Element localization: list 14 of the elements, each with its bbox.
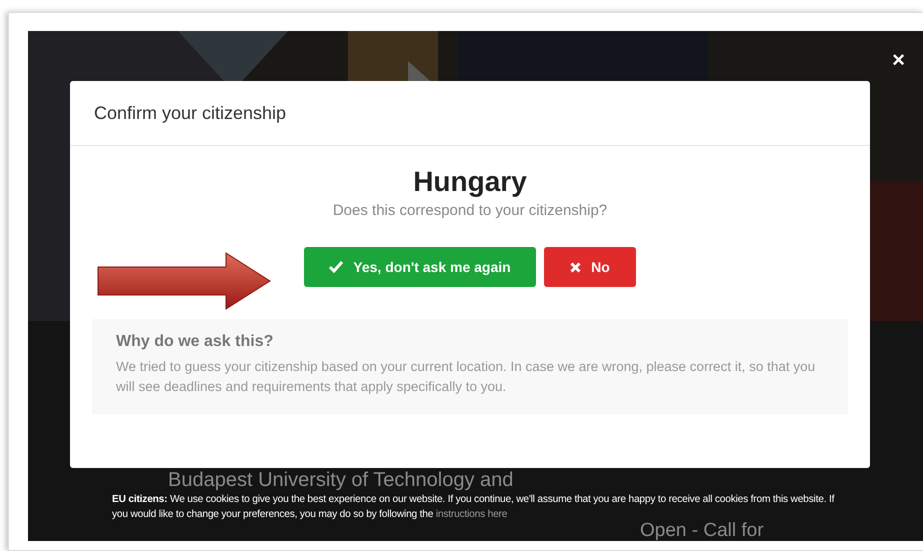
modal-title: Confirm your citizenship [94,102,286,124]
country-name: Hungary [413,166,527,198]
check-icon [329,261,344,273]
close-icon [570,262,582,272]
instructions-link[interactable]: instructions here [436,508,508,520]
page-heading: Budapest University of Technology and [168,469,514,492]
info-text: We tried to guess your citizenship based on your current location. In case we are wrong, please correct it, so that you will see deadlines and requirements that apply specifically to you. [116,358,816,396]
cookie-notice: EU citizens: We use cookies to give you the best experience on our website. If you continue, we'll assume that you are happy to receive all cookies from this website. If you would like to change your preferences, you may do so by following the instructions here [112,493,836,522]
info-title: Why do we ask this? [116,333,274,351]
section-heading: Open - Call for [640,520,764,541]
decline-button[interactable]: No [544,247,636,287]
question-text: Does this correspond to your citizenship? [332,202,608,219]
close-button[interactable]: × [892,49,905,71]
arrow-icon [96,251,272,311]
